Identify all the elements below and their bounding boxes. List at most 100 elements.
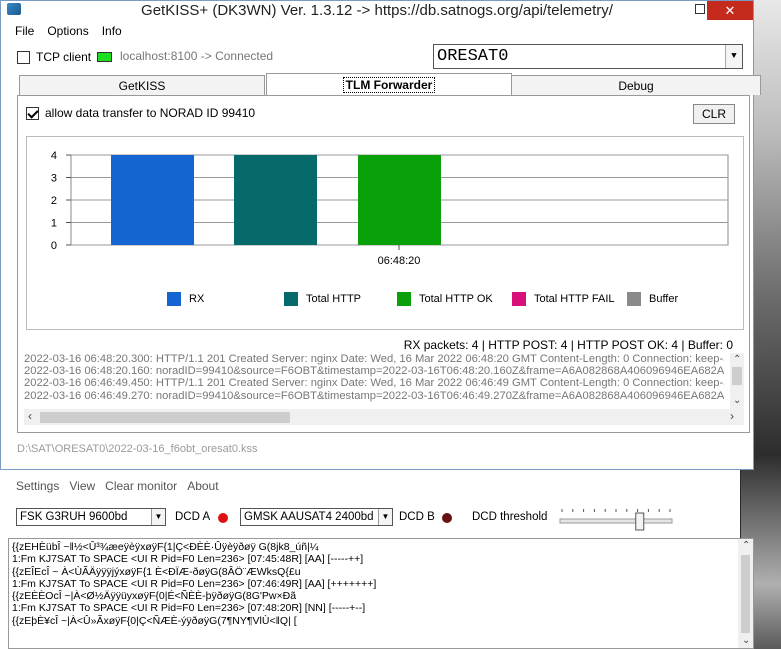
scroll-up-icon[interactable]: ⌃ [733,354,741,366]
dcd-threshold-label: DCD threshold [472,511,548,523]
scroll-up-icon[interactable]: ⌃ [742,540,750,551]
bar-total-http [234,155,317,245]
monitor-vertical-scrollbar[interactable]: ⌃ ⌄ [738,539,753,648]
clr-button[interactable]: CLR [693,104,735,124]
tlm-forwarder-panel: allow data transfer to NORAD ID 99410 CL… [17,95,750,433]
dcd-threshold-slider[interactable] [558,508,674,532]
decoder-controls: FSK G3RUH 9600bd ▼ DCD A GMSK AAUSAT4 24… [0,508,740,532]
chart-legend: RX Total HTTP Total HTTP OK Total HTTP FAIL… [167,292,727,310]
menu-file[interactable]: File [15,24,34,38]
slider-thumb[interactable] [635,512,645,531]
log-vertical-scrollbar[interactable]: ⌃ ⌄ [730,353,744,409]
monitor-text: {{zEHÈübÎ ~‖½<Û³¾æeÿèÿxøÿF{1|Ç<ÐÈÈ·Ûÿèÿð… [12,541,732,627]
monitor-line: {{zEþÈ¥cÎ ~|À<Û»ÃxøÿF{0|Ç<ÑÆÈ-ýÿðøÿG(7¶N… [12,614,297,627]
legend-label: Total HTTP OK [419,293,493,305]
legend-label: Total HTTP FAIL [534,293,615,305]
tab-debug-label: Debug [618,78,654,93]
telemetry-chart: 0 1 2 3 4 06:48:20 RX Total HTTP Total HTTP OK T… [26,136,744,330]
legend-swatch [627,292,641,306]
chevron-down-icon[interactable]: ▼ [151,509,165,525]
scroll-right-icon[interactable]: › [730,410,734,422]
log-line: 2022-03-16 06:46:49.450: HTTP/1.1 201 Cr… [24,377,724,390]
forwarder-stats: RX packets: 4 | HTTP POST: 4 | HTTP POST… [403,338,733,352]
tab-tlm-forwarder[interactable]: TLM Forwarder [266,73,512,96]
chevron-down-icon[interactable]: ▼ [378,509,392,525]
legend-item: Total HTTP FAIL [512,292,615,306]
legend-swatch [167,292,181,306]
log-horizontal-scrollbar[interactable]: ‹ › [24,409,744,425]
bar-rx [111,155,194,245]
chevron-down-icon[interactable]: ▼ [725,45,742,68]
tab-tlm-forwarder-label: TLM Forwarder [342,77,436,93]
scrollbar-thumb[interactable] [732,367,742,385]
scrollbar-thumb[interactable] [40,412,290,423]
menu-options[interactable]: Options [47,24,88,38]
dcd-a-modem-select[interactable]: FSK G3RUH 9600bd ▼ [16,508,166,526]
bar-chart-canvas: 0 1 2 3 4 06:48:20 [51,150,729,267]
tab-debug[interactable]: Debug [511,75,761,95]
dcd-b-label: DCD B [399,511,435,523]
scroll-down-icon[interactable]: ⌄ [742,635,750,646]
dcd-a-led [218,513,228,523]
allow-transfer-checkbox[interactable] [26,106,39,120]
scroll-left-icon[interactable]: ‹ [28,410,32,422]
menu-info[interactable]: Info [102,24,122,38]
legend-item: Total HTTP OK [397,292,493,306]
monitor-line: {{zEÎEcÎ ~ À<ÙÃÄÿÿÿjýxøÿF{1 È<ÐÏÆ-ðøÿG(8… [12,565,301,578]
legend-swatch [512,292,526,306]
monitor-window: Settings View Clear monitor About FSK G3… [0,470,754,649]
connection-row: TCP client localhost:8100 -> Connected O… [1,42,753,72]
monitor-line: 1:Fm KJ7SAT To SPACE <UI R Pid=F0 Len=23… [12,553,364,566]
tcp-client-toggle[interactable]: TCP client [17,50,91,64]
file-path: D:\SAT\ORESAT0\2022-03-16_f6obt_oresat0.… [17,443,258,455]
monitor-line: 1:Fm KJ7SAT To SPACE <UI R Pid=F0 Len=23… [12,602,366,615]
menu-about[interactable]: About [187,479,218,493]
bar-total-http-ok [358,155,441,245]
monitor-line: {{zEÈÈOcÎ ~|À<Ø½ÄÿÿüyxøÿF{0|É<ÑÈÈ-þÿðøÿG… [12,590,297,603]
close-button[interactable]: ✕ [707,1,753,20]
packet-monitor[interactable]: {{zEHÈübÎ ~‖½<Û³¾æeÿèÿxøÿF{1|Ç<ÐÈÈ·Ûÿèÿð… [8,538,754,649]
dcd-b-modem-value: GMSK AAUSAT4 2400bd [244,511,374,523]
tcp-client-label: TCP client [36,50,92,64]
legend-swatch [284,292,298,306]
y-tick-label: 1 [51,218,57,230]
log-line: 2022-03-16 06:46:49.270: noradID=99410&s… [24,389,724,402]
scrollbar-thumb[interactable] [741,555,750,633]
y-tick-label: 2 [51,195,57,207]
scroll-down-icon[interactable]: ⌄ [733,395,741,407]
title-bar: GetKISS+ (DK3WN) Ver. 1.3.12 -> https://… [1,1,753,20]
legend-label: Buffer [649,293,679,305]
connection-status-led [97,52,112,62]
allow-transfer-toggle[interactable]: allow data transfer to NORAD ID 99410 [26,106,255,120]
y-tick-label: 0 [51,240,57,252]
menu-clear-monitor[interactable]: Clear monitor [105,479,177,493]
menu-view[interactable]: View [69,479,95,493]
dcd-b-led [442,513,452,523]
legend-label: RX [189,293,205,305]
x-tick-label: 06:48:20 [378,255,421,267]
tab-bar: GetKISS Debug TLM Forwarder [19,73,761,96]
legend-item: Total HTTP [284,292,361,306]
monitor-line: 1:Fm KJ7SAT To SPACE <UI R Pid=F0 Len=23… [12,577,377,590]
window-title: GetKISS+ (DK3WN) Ver. 1.3.12 -> https://… [141,2,613,19]
allow-transfer-label: allow data transfer to NORAD ID 99410 [45,106,256,120]
y-tick-label: 4 [51,150,57,162]
legend-swatch [397,292,411,306]
http-log[interactable]: 2022-03-16 06:48:20.300: HTTP/1.1 201 Cr… [24,353,744,428]
satellite-select[interactable]: ORESAT0 ▼ [433,44,743,69]
app-window: GetKISS+ (DK3WN) Ver. 1.3.12 -> https://… [0,0,761,470]
menu-bar: File Options Info [1,20,753,42]
tcp-client-checkbox[interactable] [17,50,30,64]
legend-item: Buffer [627,292,678,306]
maximize-icon[interactable] [695,4,705,14]
menu-settings[interactable]: Settings [16,479,59,493]
dcd-a-label: DCD A [175,511,211,523]
slider-track [559,518,673,524]
legend-item: RX [167,292,204,306]
connection-status: localhost:8100 -> Connected [120,49,274,63]
tab-getkiss-label: GetKISS [118,78,166,93]
tab-getkiss[interactable]: GetKISS [19,75,265,95]
monitor-line: {{zEHÈübÎ ~‖½<Û³¾æeÿèÿxøÿF{1|Ç<ÐÈÈ·Ûÿèÿð… [12,541,319,553]
dcd-b-modem-select[interactable]: GMSK AAUSAT4 2400bd ▼ [240,508,393,526]
y-tick-label: 3 [51,173,57,185]
